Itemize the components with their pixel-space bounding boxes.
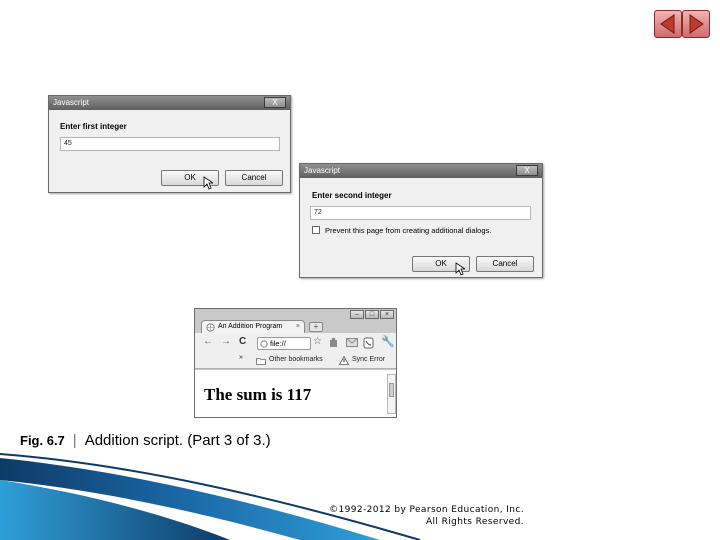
close-button[interactable]: X [264,97,286,108]
mouse-pointer-icon [203,176,213,190]
warning-icon [339,356,349,365]
dialog-title: Javascript [53,98,90,107]
window-controls: – □ × [350,310,394,319]
second-integer-dialog: Javascript X Enter second integer 72 Pre… [299,163,543,278]
tab-title: An Addition Program [218,323,283,330]
browser-toolbar: ← → C file:// ☆ 🔧 [195,333,396,353]
cancel-button[interactable]: Cancel [225,170,283,186]
copyright-line-1: ©1992-2012 by Pearson Education, Inc. [329,505,524,515]
other-bookmarks-link[interactable]: Other bookmarks [269,356,323,363]
triangle-left-icon [660,14,675,34]
reload-icon[interactable]: C [239,336,246,347]
first-integer-input[interactable]: 45 [60,137,280,151]
minimize-icon[interactable]: – [350,310,364,319]
first-integer-dialog: Javascript X Enter first integer 45 OK C… [48,95,291,193]
vertical-scrollbar[interactable] [387,374,396,414]
previous-slide-button[interactable] [654,10,682,38]
maximize-icon[interactable]: □ [365,310,379,319]
url-text: file:// [270,339,286,348]
dialog-prompt: Enter second integer [312,191,392,200]
bookmarks-bar: » Other bookmarks Sync Error [195,353,396,369]
mail-icon[interactable] [346,338,358,348]
address-bar[interactable]: file:// [257,337,311,350]
caption-separator: | [72,432,77,449]
close-icon[interactable]: × [380,310,394,319]
figure-number: Fig. 6.7 [20,433,65,448]
prevent-dialogs-label: Prevent this page from creating addition… [325,226,492,235]
page-globe-icon [206,323,215,332]
prevent-dialogs-checkbox[interactable] [312,226,320,234]
star-bookmark-icon[interactable]: ☆ [313,336,322,347]
copyright-line-2: All Rights Reserved. [425,517,524,527]
back-arrow-icon[interactable]: ← [203,336,213,347]
copyright-notice: ©1992-2012 by Pearson Education, Inc. Al… [318,504,524,528]
cancel-button[interactable]: Cancel [476,256,534,272]
sum-output-text: The sum is 117 [204,385,312,404]
tab-close-icon[interactable]: × [296,321,300,333]
browser-window: – □ × An Addition Program × + ← → C file… [194,308,397,418]
dialog-title: Javascript [304,166,341,175]
tab-addition-program[interactable]: An Addition Program × [201,320,305,333]
triangle-right-icon [689,14,704,34]
close-button[interactable]: X [516,165,538,176]
caption-text: Addition script. (Part 3 of 3.) [84,432,271,449]
next-slide-button[interactable] [682,10,710,38]
phone-extension-icon[interactable] [363,337,375,349]
forward-arrow-icon[interactable]: → [221,336,231,347]
scrollbar-thumb[interactable] [389,383,394,397]
page-info-icon [260,340,268,348]
sync-error-label[interactable]: Sync Error [352,356,385,363]
wrench-icon[interactable]: 🔧 [381,335,395,348]
extension-puzzle-icon[interactable] [328,337,340,349]
new-tab-button[interactable]: + [309,322,323,332]
figure-caption: Fig. 6.7 | Addition script. (Part 3 of 3.) [20,432,271,449]
second-integer-input[interactable]: 72 [310,206,531,220]
mouse-pointer-icon [455,262,465,276]
folder-icon [256,358,266,365]
page-content: The sum is 117 [195,370,396,417]
dialog-prompt: Enter first integer [60,122,127,131]
bookmarks-overflow-icon[interactable]: » [239,354,243,361]
dialog-titlebar: Javascript X [300,164,542,178]
dialog-titlebar: Javascript X [49,96,290,110]
